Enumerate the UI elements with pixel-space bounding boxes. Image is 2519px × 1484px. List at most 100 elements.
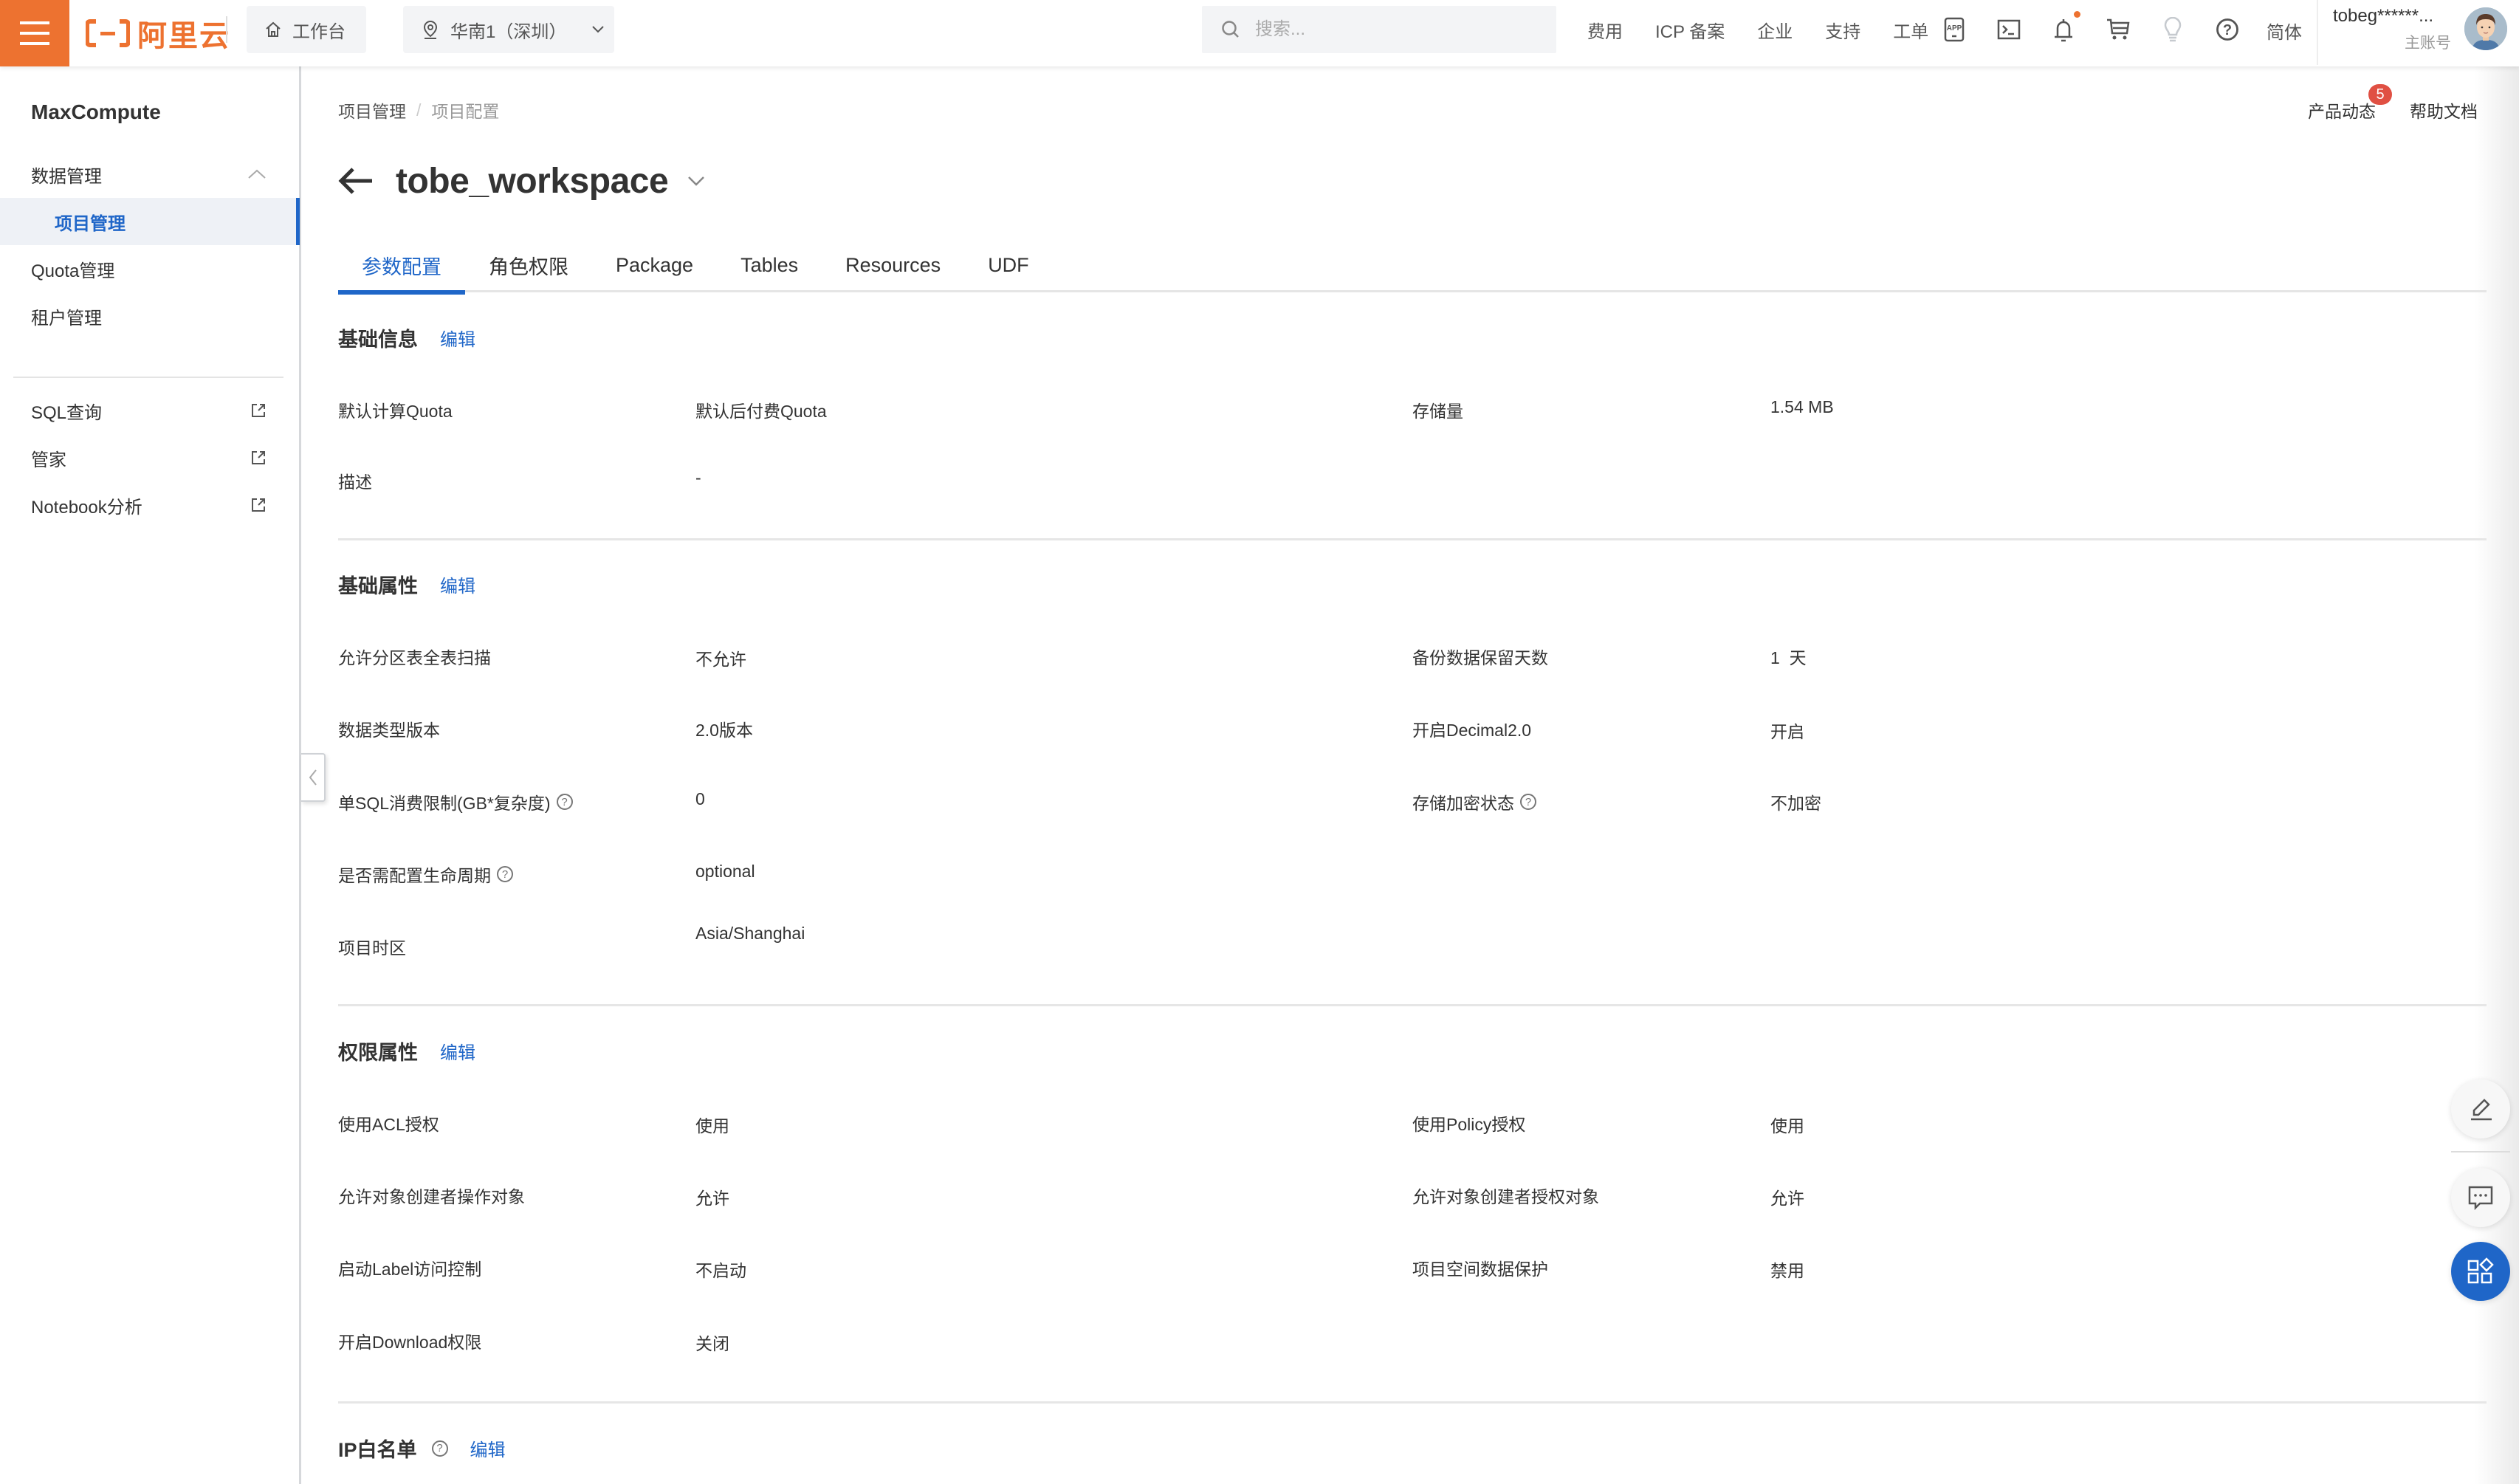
help-docs-link[interactable]: 帮助文档 — [2410, 97, 2478, 123]
search-input[interactable] — [1254, 18, 1534, 41]
top-nav-links: 费用 ICP 备案 企业 支持 工单 — [1587, 0, 1961, 59]
chevron-left-icon — [309, 769, 317, 786]
region-selector[interactable]: 华南1（深圳） — [403, 6, 614, 53]
field-label-storage: 存储量 — [1412, 402, 1463, 421]
terminal-icon[interactable] — [1996, 17, 2021, 42]
edit-fab-button[interactable] — [2451, 1079, 2510, 1138]
tab-role-permissions[interactable]: 角色权限 — [465, 238, 592, 292]
edit-ip-whitelist-button[interactable]: 编辑 — [470, 1435, 506, 1461]
svg-text:?: ? — [2223, 22, 2232, 38]
divider — [226, 16, 227, 43]
section-permission-props-header: 权限属性 编辑 — [338, 1037, 475, 1065]
help-circle-icon[interactable]: ? — [1520, 794, 1536, 810]
nav-link-support[interactable]: 支持 — [1825, 17, 1860, 43]
external-link-icon — [252, 404, 265, 417]
help-circle-icon[interactable]: ? — [431, 1440, 448, 1457]
sidebar-item-project-management[interactable]: 项目管理 — [0, 198, 300, 245]
section-divider — [338, 1004, 2487, 1006]
global-search[interactable] — [1202, 6, 1556, 53]
sidebar-group-data-management[interactable]: 数据管理 — [0, 151, 299, 198]
field-value-policy: 使用 — [1770, 1116, 1804, 1136]
field-value-download: 关闭 — [695, 1334, 729, 1353]
language-switch[interactable]: 简体 — [2267, 18, 2302, 44]
field-label-type-version: 数据类型版本 — [338, 721, 440, 740]
sidebar-link-steward[interactable]: 管家 — [0, 434, 299, 481]
feedback-fab-button[interactable] — [2451, 1168, 2510, 1227]
notification-dot — [2074, 11, 2080, 18]
sidebar-item-label: SQL查询 — [31, 402, 103, 423]
app-icon[interactable]: APP — [1942, 17, 1967, 42]
tab-parameter-config[interactable]: 参数配置 — [338, 238, 465, 295]
apps-fab-button[interactable] — [2451, 1242, 2510, 1301]
aliyun-logo[interactable]: 阿里云 — [86, 15, 230, 52]
aliyun-logo-icon — [86, 19, 130, 47]
section-title: IP白名单 — [338, 1439, 417, 1461]
hamburger-menu-button[interactable] — [0, 0, 69, 66]
field-label-policy: 使用Policy授权 — [1412, 1115, 1526, 1134]
external-link-icon — [252, 451, 265, 464]
sidebar-link-notebook[interactable]: Notebook分析 — [0, 481, 299, 529]
svg-text:APP: APP — [1947, 24, 1962, 32]
sidebar-item-label: 项目管理 — [55, 213, 126, 234]
edit-basic-info-button[interactable]: 编辑 — [440, 325, 475, 351]
nav-link-icp[interactable]: ICP 备案 — [1655, 17, 1725, 43]
edit-basic-props-button[interactable]: 编辑 — [440, 571, 475, 597]
nav-link-billing[interactable]: 费用 — [1587, 17, 1623, 43]
bell-icon[interactable] — [2051, 11, 2080, 42]
field-value-sql-cost-limit: 0 — [695, 789, 705, 808]
menu-line — [20, 42, 49, 45]
product-updates-badge: 5 — [2368, 84, 2392, 105]
tab-package[interactable]: Package — [592, 238, 717, 292]
field-value-timezone: Asia/Shanghai — [695, 924, 805, 943]
section-basic-props-header: 基础属性 编辑 — [338, 570, 475, 599]
section-divider — [338, 538, 2487, 540]
breadcrumb-item-current: 项目配置 — [431, 102, 500, 121]
nav-link-enterprise[interactable]: 企业 — [1757, 17, 1793, 43]
account-menu[interactable]: tobeg******... 主账号 — [2333, 6, 2451, 53]
label-text: 存储加密状态 — [1412, 794, 1514, 813]
external-link-icon — [252, 498, 265, 512]
edit-permission-props-button[interactable]: 编辑 — [440, 1038, 475, 1064]
field-label-default-quota: 默认计算Quota — [338, 402, 453, 421]
cart-icon[interactable] — [2106, 17, 2131, 42]
tab-udf[interactable]: UDF — [964, 238, 1053, 292]
sidebar-item-label: Notebook分析 — [31, 497, 142, 518]
sidebar: MaxCompute 数据管理 项目管理 Quota管理 租户管理 SQL查询 … — [0, 66, 301, 1484]
menu-line — [20, 21, 49, 24]
chevron-down-icon — [592, 26, 605, 33]
help-icon[interactable]: ? — [2215, 17, 2240, 42]
sidebar-item-label: 租户管理 — [31, 308, 102, 329]
nav-link-tickets[interactable]: 工单 — [1893, 17, 1928, 43]
sidebar-link-sql-query[interactable]: SQL查询 — [0, 387, 299, 434]
tab-tables[interactable]: Tables — [717, 238, 822, 292]
lightbulb-icon[interactable] — [2160, 17, 2185, 42]
sidebar-item-tenant-management[interactable]: 租户管理 — [0, 292, 299, 340]
product-updates-link[interactable]: 产品动态 5 — [2308, 84, 2392, 123]
field-value-storage-encryption: 不加密 — [1770, 794, 1821, 813]
sidebar-collapse-button[interactable] — [301, 753, 326, 802]
sidebar-item-quota-management[interactable]: Quota管理 — [0, 245, 299, 292]
feedback-icon — [2468, 1186, 2493, 1211]
tab-bar: 参数配置 角色权限 Package Tables Resources UDF — [338, 238, 2487, 295]
back-button[interactable] — [338, 162, 377, 200]
help-circle-icon[interactable]: ? — [556, 794, 573, 810]
field-label-decimal2: 开启Decimal2.0 — [1412, 721, 1532, 740]
menu-line — [20, 32, 49, 35]
field-label-data-protection: 项目空间数据保护 — [1412, 1260, 1548, 1279]
field-value-creator-operate: 允许 — [695, 1189, 729, 1208]
section-basic-info-header: 基础信息 编辑 — [338, 323, 475, 352]
avatar[interactable] — [2464, 7, 2507, 50]
breadcrumb-item-project-management[interactable]: 项目管理 — [338, 97, 406, 123]
project-switcher-dropdown[interactable] — [687, 175, 705, 187]
region-label: 华南1（深圳） — [450, 21, 567, 42]
tab-resources[interactable]: Resources — [822, 238, 964, 292]
field-label-full-scan: 允许分区表全表扫描 — [338, 648, 491, 667]
help-circle-icon[interactable]: ? — [497, 866, 513, 882]
field-value-creator-grant: 允许 — [1770, 1189, 1804, 1208]
breadcrumb-separator: / — [416, 100, 422, 120]
logo-text: 阿里云 — [137, 20, 230, 52]
location-pin-icon — [423, 20, 438, 39]
workbench-button[interactable]: 工作台 — [247, 6, 366, 53]
field-value-label-access: 不启动 — [695, 1261, 746, 1280]
field-label-storage-encryption: 存储加密状态 ? — [1412, 789, 1536, 814]
